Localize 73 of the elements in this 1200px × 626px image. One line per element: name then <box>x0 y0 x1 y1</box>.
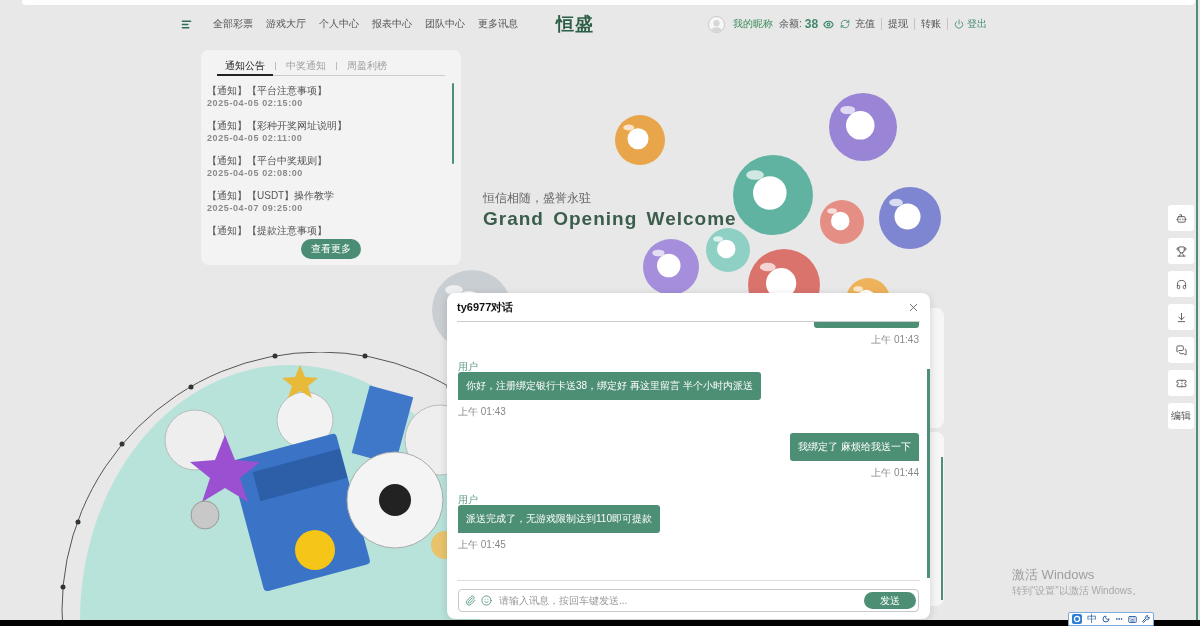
billiard-ball <box>829 93 897 161</box>
chat-icon <box>1175 344 1187 356</box>
more-button[interactable]: 查看更多 <box>301 239 361 259</box>
ime-mode[interactable]: 中 <box>1087 613 1097 625</box>
side-toolbar-button[interactable] <box>1168 337 1194 363</box>
nickname[interactable]: 我的昵称 <box>733 18 773 30</box>
message-time: 上午 01:43 <box>871 334 919 346</box>
power-icon[interactable] <box>954 19 965 29</box>
logout-link[interactable]: 登出 <box>967 18 988 30</box>
message-bubble: 派送完成了，无游戏限制达到110即可提款 <box>458 505 660 533</box>
notice-title[interactable]: 【通知】【平台注意事项】 <box>207 84 455 97</box>
side-toolbar-button[interactable] <box>1168 238 1194 264</box>
message-input[interactable]: 请输入讯息，按回车键发送... <box>499 594 864 607</box>
balance-value: 38 <box>804 17 819 31</box>
account-link[interactable]: 充值 <box>855 18 876 30</box>
notice-date: 2025-04-05 02:15:00 <box>207 97 304 110</box>
send-button[interactable]: 发送 <box>864 592 916 609</box>
sender-label: 用户 <box>458 494 478 505</box>
dots-icon[interactable] <box>1115 615 1123 623</box>
nav-link[interactable]: 全部彩票 <box>213 18 253 30</box>
scrollbar-thumb[interactable] <box>452 83 454 164</box>
scrollbar-thumb[interactable] <box>927 369 930 578</box>
nav-link[interactable]: 游戏大厅 <box>266 18 306 30</box>
nav-link[interactable]: 个人中心 <box>319 18 359 30</box>
banner-title: Grand Opening Welcome <box>483 208 737 230</box>
notice-title[interactable]: 【通知】【提款注意事项】 <box>207 224 455 237</box>
side-toolbar-button[interactable] <box>1168 205 1194 231</box>
headset-icon <box>1175 278 1187 290</box>
message-time: 上午 01:44 <box>871 467 919 479</box>
account-link[interactable]: 提现 <box>881 18 909 30</box>
activation-title: 激活 Windows <box>1012 567 1096 583</box>
ticket-icon <box>1175 377 1187 389</box>
wrench-icon[interactable] <box>1142 615 1150 623</box>
nav-link[interactable]: 更多讯息 <box>478 18 518 30</box>
trophy-icon <box>1175 245 1187 257</box>
paperclip-icon[interactable] <box>465 595 476 606</box>
side-toolbar-button[interactable] <box>1168 370 1194 396</box>
sender-label: 用户 <box>458 361 478 372</box>
moon-icon[interactable] <box>1102 615 1110 623</box>
download-icon <box>1175 311 1187 323</box>
billiard-ball <box>879 187 941 249</box>
side-toolbar-button[interactable] <box>1168 304 1194 330</box>
notice-date: 2025-04-05 02:08:00 <box>207 167 304 180</box>
menu-icon[interactable] <box>181 18 192 30</box>
side-toolbar-button[interactable]: 编辑 <box>1168 403 1194 429</box>
dialog-title: ty6977对话 <box>457 300 514 314</box>
logo[interactable]: 恒盛 <box>556 14 594 34</box>
ime-logo-icon[interactable] <box>1072 614 1082 624</box>
notice-date: 2025-04-05 02:11:00 <box>207 132 304 145</box>
notice-title[interactable]: 【通知】【USDT】操作教学 <box>207 189 455 202</box>
composer-bar[interactable]: 请输入讯息，按回车键发送... 发送 <box>458 589 919 612</box>
message-bubble: 我绑定了 麻烦给我送一下 <box>790 433 919 461</box>
robot-icon <box>1175 212 1187 224</box>
refresh-icon[interactable] <box>840 19 851 29</box>
balance-label: 余额: <box>779 18 802 30</box>
keyboard-icon[interactable] <box>1128 614 1137 624</box>
message-bubble: 你好，注册绑定银行卡送38，绑定好 再这里留言 半个小时内派送 <box>458 372 761 400</box>
billiard-ball <box>820 200 864 244</box>
smiley-icon[interactable] <box>481 595 492 606</box>
nav-link[interactable]: 报表中心 <box>372 18 412 30</box>
billiard-ball <box>615 115 665 165</box>
notice-title[interactable]: 【通知】【彩种开奖网址说明】 <box>207 119 455 132</box>
message-time: 上午 01:43 <box>458 406 506 418</box>
message-time: 上午 01:45 <box>458 539 506 551</box>
account-link[interactable]: 转账 <box>914 18 942 30</box>
notice-date: 2025-04-07 09:25:00 <box>207 202 304 215</box>
banner-subtitle: 恒信相随，盛誉永驻 <box>483 191 592 205</box>
side-toolbar-button[interactable] <box>1168 271 1194 297</box>
notice-tab[interactable]: 通知公告 <box>217 57 273 76</box>
scrollbar-thumb[interactable] <box>941 457 943 600</box>
notice-title[interactable]: 【通知】【平台中奖规则】 <box>207 154 455 167</box>
nav-link[interactable]: 团队中心 <box>425 18 465 30</box>
eye-icon[interactable] <box>823 18 835 30</box>
